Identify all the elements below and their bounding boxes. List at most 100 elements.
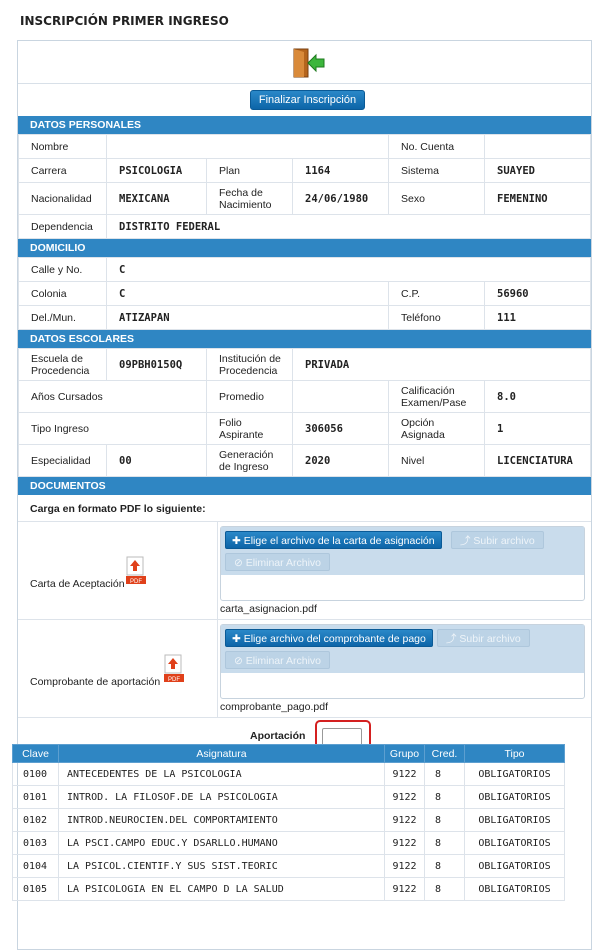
cred-cell: 8 [424,785,465,809]
col-clave[interactable]: Clave [12,744,59,763]
grupo-cell: 9122 [384,808,425,832]
documents-instruction: Carga en formato PDF lo siguiente: [30,503,206,515]
carta-filename: carta_asignacion.pdf [220,603,317,615]
materias-header-row: Clave Asignatura Grupo Cred. Tipo [12,744,565,763]
clave-cell: 0105 [12,877,59,901]
delmun-label: Del./Mun. [18,305,107,330]
folio-value: 306056 [292,412,389,445]
asignatura-cell: LA PSCI.CAMPO EDUC.Y DSARLLO.HUMANO [58,831,385,855]
opcion-value: 1 [484,412,591,445]
finalize-button[interactable]: Finalizar Inscripción [250,90,365,110]
especialidad-value: 00 [106,444,207,477]
choose-carta-button[interactable]: ✚ Elige el archivo de la carta de asigna… [225,531,442,549]
carta-uploader: ✚ Elige el archivo de la carta de asigna… [220,526,585,601]
personal-table: Nombre No. Cuenta Carrera PSICOLOGIA Pla… [18,134,591,239]
telefono-value: 111 [484,305,591,330]
delmun-value: ATIZAPAN [106,305,389,330]
calle-label: Calle y No. [18,257,107,282]
opcion-label: Opción Asignada [388,412,485,445]
grupo-cell: 9122 [384,762,425,786]
comprobante-uploader: ✚ Elige archivo del comprobante de pago … [220,624,585,699]
tipo-cell: OBLIGATORIOS [464,808,565,832]
cp-label: C.P. [388,281,485,306]
calif-label: Calificación Examen/Pase [388,380,485,413]
asignatura-cell: LA PSICOLOGIA EN EL CAMPO D LA SALUD [58,877,385,901]
doc2-label: Comprobante de aportación [30,676,161,688]
calle-value: C [106,257,591,282]
section-personal: DATOS PERSONALES [18,116,591,134]
exit-door-icon[interactable] [292,47,326,79]
table-row: 0102 INTROD.NEUROCIEN.DEL COMPORTAMIENTO 9… [12,808,565,832]
cuenta-value [484,134,591,159]
tipo-cell: OBLIGATORIOS [464,785,565,809]
promedio-label: Promedio [206,380,293,413]
escuela-value: 09PBH0150Q [106,348,207,381]
promedio-value [292,380,389,413]
asignatura-cell: INTROD.NEUROCIEN.DEL COMPORTAMIENTO [58,808,385,832]
generacion-value: 2020 [292,444,389,477]
nacionalidad-label: Nacionalidad [18,182,107,215]
grupo-cell: 9122 [384,785,425,809]
folio-label: Folio Aspirante [206,412,293,445]
colonia-label: Colonia [18,281,107,306]
asignatura-cell: ANTECEDENTES DE LA PSICOLOGIA [58,762,385,786]
dependencia-value: DISTRITO FEDERAL [106,214,591,239]
domicilio-table: Calle y No. C Colonia C C.P. 56960 Del./… [18,257,591,330]
upload-carta-button[interactable]: ⤴ Subir archivo [451,531,544,549]
section-domicilio: DOMICILIO [18,239,591,257]
col-asignatura[interactable]: Asignatura [58,744,385,763]
clave-cell: 0102 [12,808,59,832]
col-cred[interactable]: Cred. [424,744,465,763]
delete-carta-button[interactable]: ⊘ Eliminar Archivo [225,553,330,571]
delete-comprobante-button[interactable]: ⊘ Eliminar Archivo [225,651,330,669]
clave-cell: 0100 [12,762,59,786]
dependencia-label: Dependencia [18,214,107,239]
cred-cell: 8 [424,831,465,855]
icon-row [18,41,591,84]
table-row: 0104 LA PSICOL.CIENTIF.Y SUS SIST.TEORIC 9… [12,854,565,878]
aportacion-label: Aportación [250,730,306,742]
materias-table: Clave Asignatura Grupo Cred. Tipo 0100 AN… [12,744,565,901]
col-grupo[interactable]: Grupo [384,744,425,763]
cuenta-label: No. Cuenta [388,134,486,159]
table-row: 0101 INTROD. LA FILOSOF.DE LA PSICOLOGIA 9… [12,785,565,809]
choose-comprobante-button[interactable]: ✚ Elige archivo del comprobante de pago [225,629,433,647]
tipo-cell: OBLIGATORIOS [464,762,565,786]
pdf-icon: PDF [126,556,146,585]
cred-cell: 8 [424,808,465,832]
fecha-label: Fecha de Nacimiento [206,182,293,215]
escuela-label: Escuela de Procedencia [18,348,107,381]
section-escolares: DATOS ESCOLARES [18,330,591,348]
tipo-cell: OBLIGATORIOS [464,854,565,878]
asignatura-cell: INTROD. LA FILOSOF.DE LA PSICOLOGIA [58,785,385,809]
tipo-label: Tipo Ingreso [18,412,207,445]
comprobante-filename: comprobante_pago.pdf [220,701,328,713]
nacionalidad-value: MEXICANA [106,182,207,215]
carrera-value: PSICOLOGIA [106,158,207,183]
page-title: INSCRIPCIÓN PRIMER INGRESO [20,14,229,28]
table-row: 0100 ANTECEDENTES DE LA PSICOLOGIA 9122 8 OB… [12,762,565,786]
especialidad-label: Especialidad [18,444,107,477]
cred-cell: 8 [424,762,465,786]
plan-label: Plan [206,158,293,183]
upload-comprobante-button[interactable]: ⤴ Subir archivo [437,629,530,647]
clave-cell: 0103 [12,831,59,855]
section-documentos: DOCUMENTOS [18,477,591,495]
table-row: 0105 LA PSICOLOGIA EN EL CAMPO D LA SALUD… [12,877,565,901]
nombre-label: Nombre [18,134,107,159]
generacion-label: Generación de Ingreso [206,444,293,477]
grupo-cell: 9122 [384,877,425,901]
doc-row-comprobante: Comprobante de aportación PDF ✚ Elige ar… [18,619,591,717]
sexo-value: FEMENINO [484,182,591,215]
sistema-label: Sistema [388,158,486,183]
tipo-cell: OBLIGATORIOS [464,877,565,901]
plan-value: 1164 [291,158,390,183]
cred-cell: 8 [424,877,465,901]
institucion-label: Institución de Procedencia [206,348,293,381]
cp-value: 56960 [484,281,591,306]
col-tipo[interactable]: Tipo [464,744,565,763]
nombre-value [105,134,390,159]
nivel-value: LICENCIATURA [484,444,591,477]
svg-text:PDF: PDF [130,579,142,585]
colonia-value: C [106,281,389,306]
